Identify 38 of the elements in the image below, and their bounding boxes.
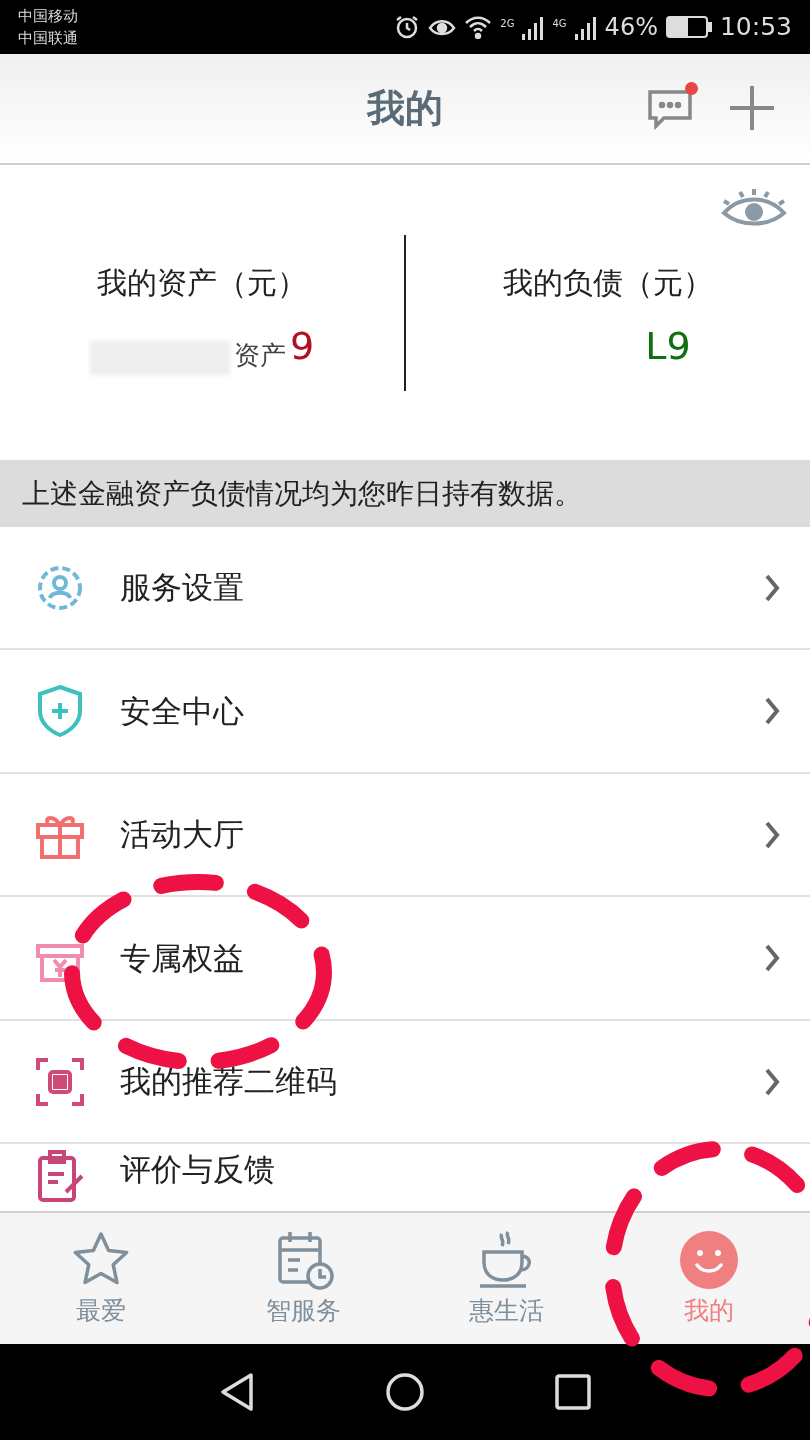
chevron-right-icon [764, 943, 780, 974]
signal-icon [522, 14, 545, 40]
carrier-name: 中国联通 [18, 28, 78, 49]
home-icon[interactable] [385, 1372, 425, 1412]
page-title: 我的 [367, 85, 443, 132]
liabilities-value: L9 [645, 323, 691, 370]
back-icon[interactable] [219, 1372, 255, 1412]
menu-item[interactable]: 评价与反馈 [0, 1144, 810, 1211]
network-type: 2G [500, 17, 515, 32]
chevron-right-icon [764, 572, 780, 603]
menu-label: 安全中心 [120, 691, 245, 731]
liabilities-label: 我的负债（元） [503, 264, 713, 302]
carrier-name: 中国移动 [18, 6, 78, 27]
menu-label: 评价与反馈 [120, 1150, 276, 1190]
network-type: 4G [552, 17, 567, 32]
notice-text: 上述金融资产负债情况均为您昨日持有数据。 [22, 475, 582, 512]
chevron-right-icon [764, 1066, 780, 1097]
menu-label: 我的推荐二维码 [120, 1062, 338, 1102]
clock: 10:53 [719, 11, 792, 44]
redaction-text: 资产 [233, 339, 286, 372]
menu-label: 活动大厅 [120, 815, 245, 855]
menu-item[interactable]: 安全中心 [0, 650, 810, 774]
menu-item[interactable]: 服务设置 [0, 527, 810, 651]
chevron-right-icon [764, 696, 780, 727]
chevron-right-icon [764, 819, 780, 850]
wifi-icon [464, 15, 493, 39]
menu-item[interactable]: 专属权益 [0, 897, 810, 1021]
menu-label: 服务设置 [120, 568, 245, 608]
add-icon[interactable] [728, 84, 776, 132]
assets-value: 9 [289, 323, 315, 370]
assets-label: 我的资产（元） [97, 264, 307, 302]
menu-label: 专属权益 [120, 938, 245, 978]
battery-icon [665, 15, 712, 39]
menu-item[interactable]: 我的推荐二维码 [0, 1020, 810, 1145]
recents-icon[interactable] [555, 1374, 591, 1410]
menu-item[interactable]: 活动大厅 [0, 773, 810, 898]
battery-percent: 46% [604, 12, 658, 43]
signal-icon [574, 14, 597, 40]
